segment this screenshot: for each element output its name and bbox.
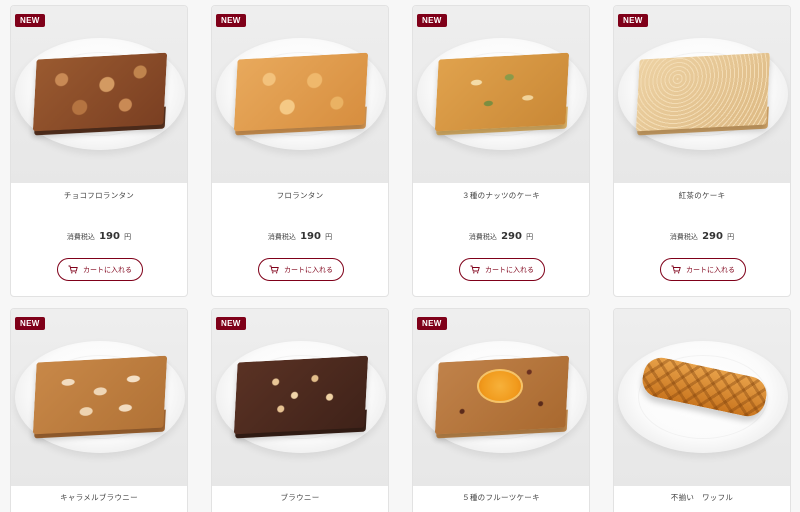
new-badge: NEW [216, 317, 246, 330]
new-badge: NEW [15, 317, 45, 330]
product-price: 消費税込 290 円 [614, 231, 790, 242]
cart-icon [671, 265, 681, 274]
new-badge: NEW [417, 317, 447, 330]
price-amount: 190 [99, 231, 120, 242]
product-name[interactable]: フロランタン [212, 190, 388, 201]
product-image[interactable]: NEW [413, 309, 589, 486]
price-prefix: 消費税込 [267, 233, 296, 241]
add-to-cart-label: カートに入れる [284, 265, 333, 274]
product-card[interactable]: NEW チョコフロランタン 消費税込 190 円 カートに入れる [10, 5, 188, 297]
cart-icon [269, 265, 279, 274]
product-image[interactable]: NEW [212, 309, 388, 486]
orange-slice-image [477, 369, 523, 403]
price-amount: 190 [300, 231, 321, 242]
add-to-cart-button[interactable]: カートに入れる [258, 258, 344, 281]
product-card[interactable]: NEW フロランタン 消費税込 190 円 カートに入れる [211, 5, 389, 297]
product-name[interactable]: ５種のフルーツケーキ [413, 492, 589, 503]
cake-image [32, 52, 168, 132]
price-unit: 円 [526, 233, 534, 241]
product-grid: NEW チョコフロランタン 消費税込 190 円 カートに入れる NEW フロラ… [0, 0, 800, 512]
add-to-cart-label: カートに入れる [485, 265, 534, 274]
product-price: 消費税込 290 円 [413, 231, 589, 242]
product-name[interactable]: チョコフロランタン [11, 190, 187, 201]
product-card[interactable]: 不揃い ワッフル [613, 308, 791, 512]
price-unit: 円 [325, 233, 333, 241]
product-card[interactable]: NEW ブラウニー [211, 308, 389, 512]
product-image[interactable]: NEW [614, 6, 790, 183]
product-image[interactable]: NEW [413, 6, 589, 183]
product-name[interactable]: ３種のナッツのケーキ [413, 190, 589, 201]
cake-image [635, 52, 771, 132]
product-card[interactable]: NEW 紅茶のケーキ 消費税込 290 円 カートに入れる [613, 5, 791, 297]
product-name[interactable]: キャラメルブラウニー [11, 492, 187, 503]
new-badge: NEW [618, 14, 648, 27]
add-to-cart-button[interactable]: カートに入れる [660, 258, 746, 281]
product-image[interactable]: NEW [11, 309, 187, 486]
cart-icon [68, 265, 78, 274]
cake-image [32, 355, 168, 435]
cart-icon [470, 265, 480, 274]
price-unit: 円 [727, 233, 735, 241]
new-badge: NEW [216, 14, 246, 27]
product-price: 消費税込 190 円 [212, 231, 388, 242]
product-card[interactable]: NEW キャラメルブラウニー [10, 308, 188, 512]
product-name[interactable]: ブラウニー [212, 492, 388, 503]
add-to-cart-label: カートに入れる [686, 265, 735, 274]
price-amount: 290 [702, 231, 723, 242]
cake-image [434, 52, 570, 132]
product-name[interactable]: 紅茶のケーキ [614, 190, 790, 201]
price-unit: 円 [124, 233, 132, 241]
price-prefix: 消費税込 [468, 233, 497, 241]
product-card[interactable]: NEW ３種のナッツのケーキ 消費税込 290 円 カートに入れる [412, 5, 590, 297]
add-to-cart-button[interactable]: カートに入れる [459, 258, 545, 281]
price-prefix: 消費税込 [669, 233, 698, 241]
price-prefix: 消費税込 [66, 233, 95, 241]
product-image[interactable]: NEW [11, 6, 187, 183]
cake-image [233, 52, 369, 132]
product-card[interactable]: NEW ５種のフルーツケーキ [412, 308, 590, 512]
product-image[interactable] [614, 309, 790, 486]
add-to-cart-button[interactable]: カートに入れる [57, 258, 143, 281]
product-image[interactable]: NEW [212, 6, 388, 183]
product-name[interactable]: 不揃い ワッフル [614, 492, 790, 503]
new-badge: NEW [15, 14, 45, 27]
product-price: 消費税込 190 円 [11, 231, 187, 242]
new-badge: NEW [417, 14, 447, 27]
cake-image [233, 355, 369, 435]
price-amount: 290 [501, 231, 522, 242]
add-to-cart-label: カートに入れる [83, 265, 132, 274]
